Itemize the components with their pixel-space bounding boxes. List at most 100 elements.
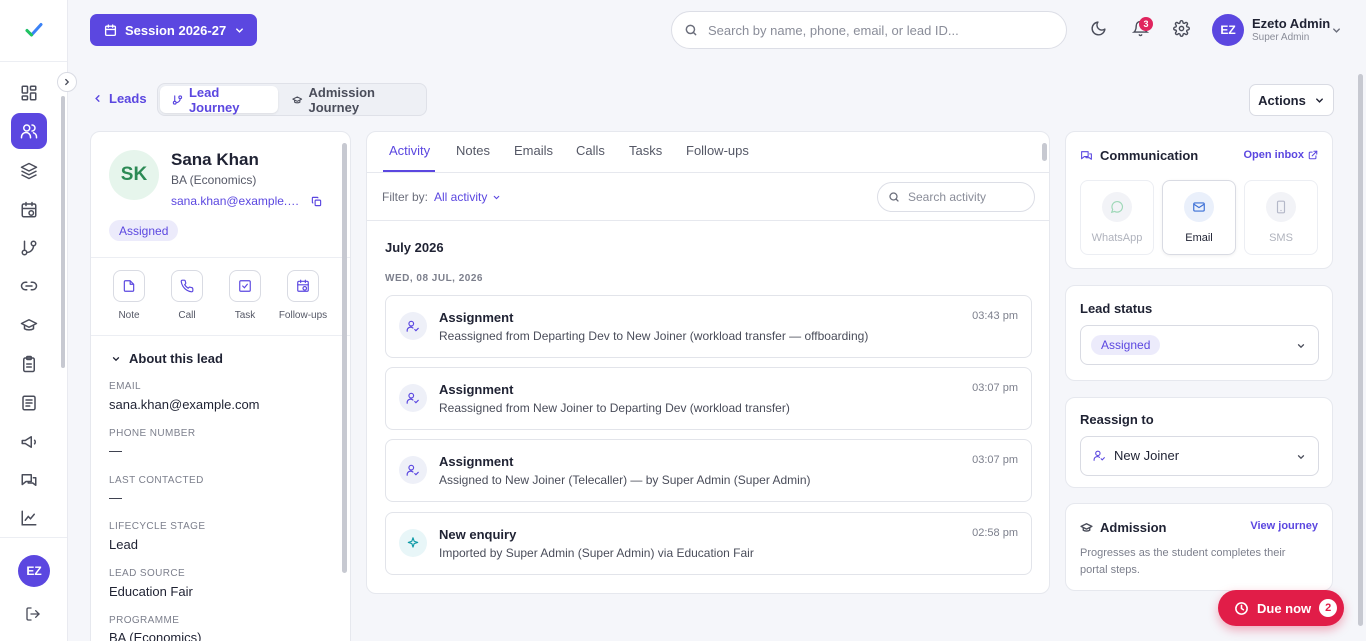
sidebar-item-links[interactable]: [11, 268, 47, 304]
copy-icon[interactable]: [311, 196, 322, 207]
divider: [91, 335, 350, 336]
field-value-programme: BA (Economics): [109, 630, 202, 641]
sidebar-item-reports[interactable]: [11, 500, 47, 536]
field-label-last-contacted: Last contacted: [109, 475, 204, 486]
sidebar-scrollbar[interactable]: [61, 96, 65, 368]
lead-email-link[interactable]: sana.khan@example.c...: [171, 194, 303, 208]
user-avatar[interactable]: EZ: [1212, 14, 1244, 46]
actions-button[interactable]: Actions: [1249, 84, 1334, 116]
channel-sms[interactable]: SMS: [1244, 180, 1318, 255]
chevron-left-icon: [95, 95, 100, 102]
divider: [0, 537, 67, 538]
channel-whatsapp[interactable]: WhatsApp: [1080, 180, 1154, 255]
sidebar-item-calendar[interactable]: [11, 192, 47, 228]
lead-status-value: Assigned: [1091, 335, 1161, 355]
sidebar-item-campaigns[interactable]: [11, 424, 47, 460]
calendar-clock-icon: [21, 201, 37, 218]
field-value-email: sana.khan@example.com: [109, 397, 260, 412]
communication-title: Communication: [1080, 148, 1198, 163]
due-now-count: 2: [1319, 599, 1338, 617]
sidebar-item-layers[interactable]: [11, 153, 47, 189]
profile-scrollbar[interactable]: [342, 143, 347, 573]
tab-emails[interactable]: Emails: [514, 143, 553, 158]
sidebar-item-leads[interactable]: [11, 113, 47, 149]
open-inbox-link[interactable]: Open inbox: [1244, 149, 1319, 161]
view-journey-link[interactable]: View journey: [1250, 520, 1318, 532]
activity-item[interactable]: New enquiry Imported by Super Admin (Sup…: [385, 512, 1032, 575]
git-branch-icon: [172, 94, 183, 105]
activity-title: Assignment: [439, 382, 514, 397]
day-heading: WED, 08 JUL, 2026: [385, 273, 483, 284]
dark-mode-toggle[interactable]: [1090, 20, 1107, 37]
global-search[interactable]: [671, 11, 1067, 49]
note-icon[interactable]: [113, 270, 145, 302]
activity-panel: Activity Notes Emails Calls Tasks Follow…: [366, 131, 1050, 594]
back-to-leads-link[interactable]: Leads: [92, 91, 147, 106]
sidebar-item-pipeline[interactable]: [11, 230, 47, 266]
about-section-toggle[interactable]: About this lead: [111, 351, 223, 366]
channel-label: SMS: [1269, 232, 1293, 244]
field-label-phone: Phone number: [109, 428, 196, 439]
tab-admission-journey[interactable]: Admission Journey: [280, 84, 426, 115]
user-role: Super Admin: [1252, 32, 1310, 43]
phone-icon[interactable]: [171, 270, 203, 302]
activity-desc: Imported by Super Admin (Super Admin) vi…: [439, 546, 754, 560]
tab-activity[interactable]: Activity: [389, 143, 430, 158]
quick-action-note[interactable]: Note: [99, 270, 159, 321]
lead-status-select[interactable]: Assigned: [1080, 325, 1319, 365]
tab-lead-journey[interactable]: Lead Journey: [160, 85, 278, 115]
search-input[interactable]: [708, 22, 1048, 38]
tab-label: Admission Journey: [308, 84, 375, 115]
tab-tasks[interactable]: Tasks: [629, 143, 662, 158]
task-check-icon[interactable]: [229, 270, 261, 302]
tab-follow-ups[interactable]: Follow-ups: [686, 143, 749, 158]
calendar-clock-icon[interactable]: [287, 270, 319, 302]
active-tab-indicator: [383, 170, 435, 172]
page-scrollbar[interactable]: [1358, 74, 1363, 626]
channel-email[interactable]: Email: [1162, 180, 1236, 255]
activity-item[interactable]: Assignment Reassigned from New Joiner to…: [385, 367, 1032, 430]
sidebar-collapse-button[interactable]: [57, 72, 77, 92]
graduation-cap-icon: [20, 319, 38, 331]
quick-action-label: Note: [118, 310, 140, 321]
activity-item[interactable]: Assignment Assigned to New Joiner (Telec…: [385, 439, 1032, 502]
filter-label: Filter by:: [382, 190, 429, 204]
chevron-down-icon[interactable]: [1331, 25, 1342, 36]
settings-button[interactable]: [1173, 20, 1190, 37]
session-selector[interactable]: Session 2026-27: [90, 14, 257, 46]
sidebar-item-admissions[interactable]: [11, 307, 47, 343]
field-label-lead-source: Lead source: [109, 568, 186, 579]
mail-icon: [1184, 192, 1214, 222]
quick-action-task[interactable]: Task: [215, 270, 275, 321]
quick-action-follow-ups[interactable]: Follow-ups: [273, 270, 333, 321]
sidebar-avatar[interactable]: EZ: [18, 555, 50, 587]
admission-title-text: Admission: [1100, 520, 1167, 535]
gear-icon: [1173, 20, 1190, 37]
calendar-icon: [104, 23, 117, 36]
session-label: Session 2026-27: [125, 22, 227, 38]
quick-action-call[interactable]: Call: [157, 270, 217, 321]
filter-dropdown[interactable]: All activity: [434, 190, 501, 204]
activity-item[interactable]: Assignment Reassigned from Departing Dev…: [385, 295, 1032, 358]
reassign-select[interactable]: New Joiner: [1080, 436, 1319, 476]
activity-search[interactable]: [877, 182, 1035, 212]
lead-status-title: Lead status: [1080, 301, 1153, 316]
due-now-button[interactable]: Due now 2: [1218, 590, 1344, 626]
logout-icon[interactable]: [25, 606, 41, 622]
app-logo-icon[interactable]: [22, 18, 46, 42]
activity-title: Assignment: [439, 310, 514, 325]
sidebar-item-documents[interactable]: [11, 385, 47, 421]
activity-scrollbar[interactable]: [1042, 143, 1047, 161]
activity-time: 03:07 pm: [972, 454, 1018, 466]
tab-calls[interactable]: Calls: [576, 143, 605, 158]
sidebar-item-messages[interactable]: [11, 462, 47, 498]
activity-search-input[interactable]: [908, 190, 1018, 204]
user-name[interactable]: Ezeto Admin: [1252, 16, 1330, 31]
tab-notes[interactable]: Notes: [456, 143, 490, 158]
lead-programme: BA (Economics): [171, 173, 257, 187]
sidebar-item-tasks[interactable]: [11, 346, 47, 382]
layers-icon: [20, 162, 38, 180]
moon-icon: [1091, 21, 1106, 36]
sidebar-item-dashboard[interactable]: [11, 75, 47, 111]
activity-desc: Assigned to New Joiner (Telecaller) — by…: [439, 473, 811, 487]
